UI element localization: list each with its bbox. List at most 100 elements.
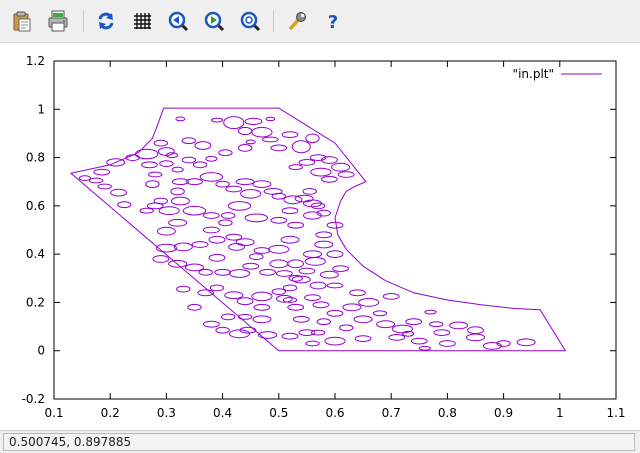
hole-ellipse bbox=[93, 168, 111, 176]
x-tick-label: 0.5 bbox=[269, 406, 288, 420]
hole-ellipse bbox=[337, 171, 355, 178]
zoom-next-button[interactable] bbox=[201, 8, 227, 34]
hole-ellipse bbox=[171, 166, 184, 173]
hole-ellipse bbox=[110, 188, 127, 197]
legend-label: "in.plt" bbox=[513, 67, 554, 81]
hole-ellipse bbox=[225, 233, 243, 241]
hole-ellipse bbox=[314, 240, 334, 249]
hole-ellipse bbox=[418, 345, 431, 351]
hole-ellipse bbox=[268, 244, 290, 254]
hole-ellipse bbox=[269, 259, 289, 269]
x-tick-label: 0.9 bbox=[494, 406, 513, 420]
y-tick-label: 1.2 bbox=[26, 54, 45, 68]
hole-ellipse bbox=[203, 320, 220, 328]
y-tick-label: 0.8 bbox=[26, 151, 45, 165]
hole-ellipse bbox=[225, 185, 243, 193]
clipboard-icon bbox=[13, 11, 31, 32]
hole-ellipse bbox=[221, 212, 236, 219]
hole-ellipse bbox=[310, 329, 326, 336]
toolbar-separator bbox=[83, 10, 84, 32]
hole-ellipse bbox=[228, 269, 251, 278]
wrench-icon bbox=[289, 12, 306, 30]
hole-ellipse bbox=[349, 289, 366, 297]
copy-clipboard-button[interactable] bbox=[9, 8, 35, 34]
hole-ellipse bbox=[321, 175, 338, 183]
hole-ellipse bbox=[253, 247, 271, 254]
hole-ellipse bbox=[237, 126, 253, 136]
print-button[interactable] bbox=[45, 8, 71, 34]
hole-ellipse bbox=[203, 226, 220, 234]
plot-area[interactable]: 0.1 0.2 0.3 0.4 0.5 0.6 0.7 0.8 0.9 1 1.1 -0.2 0 0.2 0… bbox=[0, 44, 640, 430]
hole-ellipse bbox=[218, 149, 233, 157]
hole-ellipse bbox=[304, 294, 321, 302]
x-tick-label: 0.2 bbox=[101, 406, 120, 420]
y-tick-label: 0.4 bbox=[26, 247, 45, 261]
hole-ellipse bbox=[326, 309, 344, 317]
hole-ellipse bbox=[281, 131, 299, 138]
x-tick-label: 0.7 bbox=[382, 406, 401, 420]
hole-ellipse bbox=[215, 326, 230, 334]
hole-ellipse bbox=[316, 318, 331, 326]
hole-ellipse bbox=[388, 334, 406, 341]
hole-ellipse bbox=[182, 205, 207, 216]
hole-ellipse bbox=[221, 313, 236, 321]
hole-ellipse bbox=[287, 221, 305, 229]
hole-ellipse bbox=[288, 164, 303, 171]
hole-ellipse bbox=[224, 291, 244, 300]
hole-ellipse bbox=[203, 212, 220, 219]
hole-ellipse bbox=[281, 332, 299, 340]
hole-ellipse bbox=[88, 177, 104, 184]
hole-ellipse bbox=[210, 117, 224, 123]
cursor-coordinates: 0.500745, 0.897885 bbox=[3, 433, 635, 451]
hole-ellipse bbox=[319, 270, 339, 279]
hole-ellipse bbox=[331, 162, 351, 172]
hole-ellipse bbox=[342, 303, 362, 312]
x-tick-label: 0.4 bbox=[213, 406, 232, 420]
hole-ellipse bbox=[158, 206, 180, 216]
chart[interactable]: 0.1 0.2 0.3 0.4 0.5 0.6 0.7 0.8 0.9 1 1.1 -0.2 0 0.2 0… bbox=[0, 44, 640, 430]
hole-ellipse bbox=[405, 318, 423, 326]
zoom-previous-icon bbox=[168, 11, 189, 32]
hole-ellipse bbox=[310, 167, 332, 177]
hole-ellipse bbox=[228, 243, 246, 251]
autoscale-button[interactable] bbox=[237, 8, 263, 34]
hole-ellipse bbox=[236, 297, 254, 306]
hole-ellipse bbox=[283, 195, 303, 205]
hole-ellipse bbox=[244, 117, 263, 126]
hole-ellipse bbox=[303, 250, 322, 259]
hole-ellipse bbox=[294, 194, 314, 203]
hole-ellipse bbox=[117, 201, 132, 209]
hole-ellipse bbox=[228, 329, 251, 339]
help-icon: ? bbox=[328, 12, 338, 32]
help-button[interactable]: ? bbox=[320, 8, 346, 34]
hole-ellipse bbox=[265, 116, 276, 122]
y-tick-label: 0 bbox=[37, 344, 45, 358]
hole-ellipse bbox=[159, 160, 174, 167]
hole-ellipse bbox=[245, 139, 256, 145]
hole-ellipse bbox=[153, 197, 169, 205]
hole-ellipse bbox=[292, 315, 310, 323]
hole-ellipse bbox=[244, 213, 268, 223]
hole-ellipse bbox=[153, 139, 169, 147]
hole-ellipse bbox=[170, 187, 185, 196]
hole-ellipse bbox=[205, 155, 218, 162]
hole-ellipse bbox=[237, 144, 253, 152]
grid-icon bbox=[134, 13, 151, 29]
hole-ellipse bbox=[353, 315, 373, 324]
grid-toggle-button[interactable] bbox=[129, 8, 155, 34]
replot-button[interactable] bbox=[93, 8, 119, 34]
options-button[interactable] bbox=[284, 8, 310, 34]
hole-ellipse bbox=[227, 201, 252, 211]
hole-ellipse bbox=[215, 180, 230, 188]
x-tick-label: 0.8 bbox=[438, 406, 457, 420]
hole-ellipse bbox=[223, 116, 245, 130]
toolbar: ? bbox=[0, 0, 640, 43]
domain-outline bbox=[69, 107, 567, 352]
hole-ellipse bbox=[192, 161, 208, 169]
svg-text:?: ? bbox=[328, 12, 338, 32]
hole-ellipse bbox=[199, 172, 224, 182]
hole-ellipse bbox=[439, 340, 456, 347]
hole-ellipse bbox=[280, 235, 300, 244]
hole-ellipse bbox=[252, 180, 272, 189]
zoom-previous-button[interactable] bbox=[165, 8, 191, 34]
